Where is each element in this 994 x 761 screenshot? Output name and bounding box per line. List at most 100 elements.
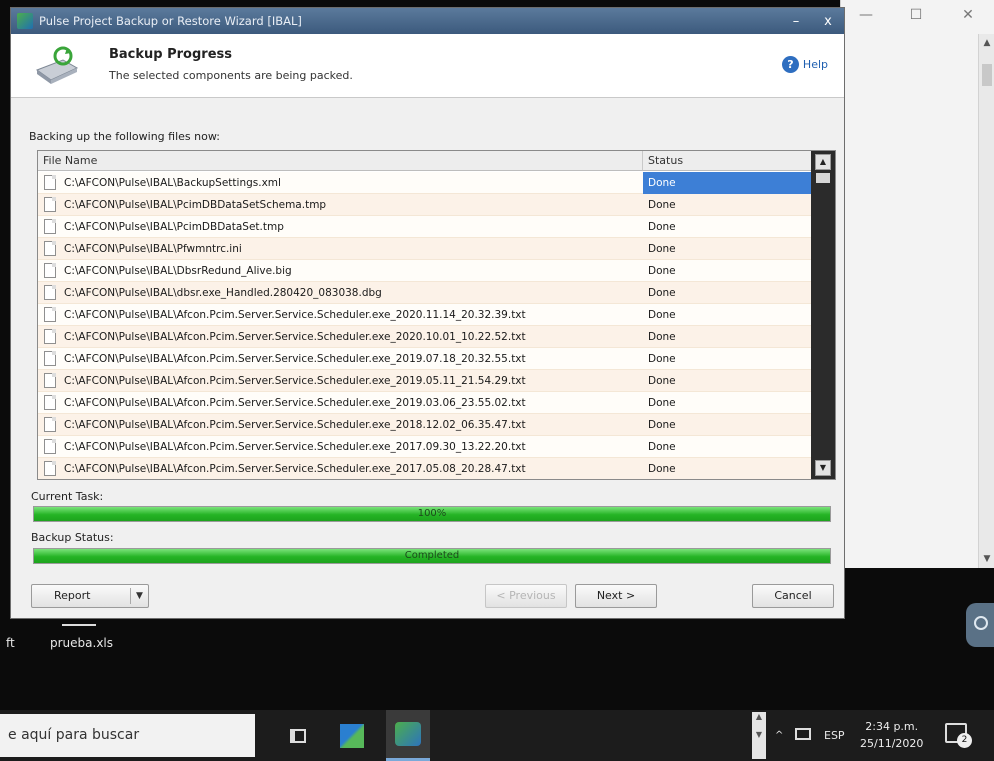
column-file-name[interactable]: File Name xyxy=(38,151,643,170)
file-status-cell: Done xyxy=(648,198,676,211)
file-row[interactable]: C:\AFCON\Pulse\IBAL\Pfwmntrc.ini Done xyxy=(38,238,811,260)
header-title: Backup Progress xyxy=(109,47,232,62)
current-task-progress: 100% xyxy=(33,506,831,522)
previous-button[interactable]: < Previous xyxy=(485,584,567,608)
file-name-cell: C:\AFCON\Pulse\IBAL\BackupSettings.xml xyxy=(64,176,281,189)
scroll-thumb[interactable] xyxy=(816,173,830,183)
file-name-cell: C:\AFCON\Pulse\IBAL\DbsrRedund_Alive.big xyxy=(64,264,292,277)
notification-center-icon[interactable]: 2 xyxy=(945,723,972,748)
help-link[interactable]: ? Help xyxy=(781,56,828,73)
file-icon xyxy=(44,263,56,278)
file-status-cell: Done xyxy=(648,418,676,431)
language-indicator[interactable]: ESP xyxy=(824,710,845,761)
file-row[interactable]: C:\AFCON\Pulse\IBAL\Afcon.Pcim.Server.Se… xyxy=(38,458,811,479)
current-task-label: Current Task: xyxy=(31,490,104,503)
file-row[interactable]: C:\AFCON\Pulse\IBAL\dbsr.exe_Handled.280… xyxy=(38,282,811,304)
file-icon xyxy=(44,373,56,388)
scroll-down-icon[interactable]: ▼ xyxy=(815,460,831,476)
file-icon xyxy=(44,417,56,432)
background-window: — ☐ ✕ ▲ ▼ xyxy=(840,0,994,568)
scroll-thumb[interactable] xyxy=(982,64,992,86)
background-minimize-button[interactable]: — xyxy=(851,4,881,26)
scroll-up-icon[interactable]: ▲ xyxy=(815,154,831,170)
file-name-cell: C:\AFCON\Pulse\IBAL\Afcon.Pcim.Server.Se… xyxy=(64,462,526,475)
clock-time: 2:34 p.m. xyxy=(865,720,919,733)
chevron-down-icon[interactable]: ▼ xyxy=(136,585,143,607)
file-icon xyxy=(44,241,56,256)
file-row[interactable]: C:\AFCON\Pulse\IBAL\Afcon.Pcim.Server.Se… xyxy=(38,436,811,458)
file-list-header: File Name Status xyxy=(38,151,811,171)
dialog-minimize-button[interactable]: – xyxy=(780,14,812,29)
file-row[interactable]: C:\AFCON\Pulse\IBAL\PcimDBDataSetSchema.… xyxy=(38,194,811,216)
report-button[interactable]: Report ▼ xyxy=(31,584,149,608)
file-status-cell: Done xyxy=(648,308,676,321)
file-icon xyxy=(44,219,56,234)
network-icon[interactable] xyxy=(795,728,811,740)
header-subtitle: The selected components are being packed… xyxy=(109,69,353,82)
taskbar: e aquí para buscar ▲ ▼ ^ ESP 2:34 p.m. 25… xyxy=(0,710,994,761)
taskbar-app-backup-wizard[interactable] xyxy=(386,710,430,761)
tray-scrollbar[interactable]: ▲ ▼ xyxy=(752,712,766,759)
desktop-icon-underline xyxy=(62,624,96,626)
task-view-button[interactable] xyxy=(276,710,320,761)
file-name-cell: C:\AFCON\Pulse\IBAL\Afcon.Pcim.Server.Se… xyxy=(64,352,526,365)
backup-wizard-app-icon xyxy=(395,722,421,746)
side-panel-tab[interactable] xyxy=(966,603,994,647)
file-icon xyxy=(44,307,56,322)
file-status-cell: Done xyxy=(648,440,676,453)
scroll-up-icon[interactable]: ▲ xyxy=(979,38,994,48)
backup-status-label: Backup Status: xyxy=(31,531,114,544)
file-name-cell: C:\AFCON\Pulse\IBAL\Afcon.Pcim.Server.Se… xyxy=(64,308,526,321)
file-row[interactable]: C:\AFCON\Pulse\IBAL\BackupSettings.xml Do… xyxy=(38,171,811,194)
background-maximize-button[interactable]: ☐ xyxy=(901,4,931,26)
pulse-manager-icon xyxy=(340,723,364,748)
taskbar-search-box[interactable]: e aquí para buscar xyxy=(0,714,255,757)
file-row[interactable]: C:\AFCON\Pulse\IBAL\Afcon.Pcim.Server.Se… xyxy=(38,414,811,436)
file-status-cell: Done xyxy=(648,462,676,475)
pulse-app-icon xyxy=(17,13,33,29)
backup-disk-icon xyxy=(35,46,79,84)
file-icon xyxy=(44,175,56,190)
backup-status-progress-text: Completed xyxy=(404,550,460,561)
scroll-down-icon[interactable]: ▼ xyxy=(979,554,994,564)
dialog-titlebar: Pulse Project Backup or Restore Wizard [… xyxy=(11,8,844,34)
file-row[interactable]: C:\AFCON\Pulse\IBAL\Afcon.Pcim.Server.Se… xyxy=(38,326,811,348)
file-name-cell: C:\AFCON\Pulse\IBAL\Afcon.Pcim.Server.Se… xyxy=(64,396,526,409)
file-row[interactable]: C:\AFCON\Pulse\IBAL\Afcon.Pcim.Server.Se… xyxy=(38,392,811,414)
file-icon xyxy=(44,395,56,410)
file-row[interactable]: C:\AFCON\Pulse\IBAL\DbsrRedund_Alive.big… xyxy=(38,260,811,282)
background-scrollbar[interactable]: ▲ ▼ xyxy=(978,34,994,568)
file-row[interactable]: C:\AFCON\Pulse\IBAL\PcimDBDataSet.tmp Don… xyxy=(38,216,811,238)
desktop-file-label-partial[interactable]: ft xyxy=(6,636,15,650)
next-button[interactable]: Next > xyxy=(575,584,657,608)
taskbar-app-pulse-manager[interactable] xyxy=(330,710,374,761)
file-status-cell: Done xyxy=(648,374,676,387)
file-list-scrollbar[interactable]: ▲ ▼ xyxy=(811,151,835,479)
help-icon: ? xyxy=(781,56,799,73)
file-name-cell: C:\AFCON\Pulse\IBAL\Afcon.Pcim.Server.Se… xyxy=(64,418,526,431)
file-row[interactable]: C:\AFCON\Pulse\IBAL\Afcon.Pcim.Server.Se… xyxy=(38,370,811,392)
file-row[interactable]: C:\AFCON\Pulse\IBAL\Afcon.Pcim.Server.Se… xyxy=(38,348,811,370)
column-status[interactable]: Status xyxy=(643,151,811,170)
show-hidden-icons-icon[interactable]: ^ xyxy=(775,710,783,761)
cancel-button[interactable]: Cancel xyxy=(752,584,834,608)
file-icon xyxy=(44,197,56,212)
wizard-header: Backup Progress The selected components … xyxy=(11,34,844,98)
file-name-cell: C:\AFCON\Pulse\IBAL\Pfwmntrc.ini xyxy=(64,242,242,255)
file-name-cell: C:\AFCON\Pulse\IBAL\Afcon.Pcim.Server.Se… xyxy=(64,440,526,453)
desktop-file-label[interactable]: prueba.xls xyxy=(50,636,113,650)
file-icon xyxy=(44,439,56,454)
dialog-close-button[interactable]: x xyxy=(812,14,844,29)
help-label: Help xyxy=(802,58,828,71)
file-row[interactable]: C:\AFCON\Pulse\IBAL\Afcon.Pcim.Server.Se… xyxy=(38,304,811,326)
background-close-button[interactable]: ✕ xyxy=(953,4,983,26)
current-task-progress-text: 100% xyxy=(417,508,447,519)
files-label: Backing up the following files now: xyxy=(29,130,220,143)
file-status-cell: Done xyxy=(648,330,676,343)
file-icon xyxy=(44,351,56,366)
report-button-label: Report xyxy=(54,589,91,602)
taskbar-clock[interactable]: 2:34 p.m. 25/11/2020 xyxy=(860,718,923,752)
file-name-cell: C:\AFCON\Pulse\IBAL\PcimDBDataSet.tmp xyxy=(64,220,284,233)
file-status-cell: Done xyxy=(648,264,676,277)
file-list[interactable]: File Name Status C:\AFCON\Pulse\IBAL\Bac… xyxy=(37,150,836,480)
